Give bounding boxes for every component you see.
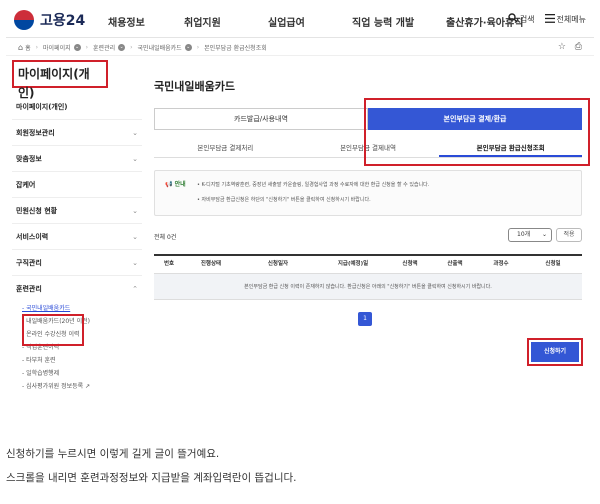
hamburger-menu-icon[interactable] (544, 13, 555, 25)
column-header: 과정수 (493, 261, 509, 267)
search-icon[interactable] (508, 13, 518, 25)
apply-button[interactable]: 적용 (556, 228, 582, 242)
chevron-right-icon: › (130, 44, 133, 51)
notice-box: 📢 안내 • K-디지털 기초역량훈련, 중장년 새출발 카운슬링, 일경험사업… (154, 170, 582, 216)
table-empty-row: 본인부담금 환급 신청 이력이 존재하지 않습니다. 환급신청은 아래의 "신청… (154, 274, 582, 300)
dropdown-icon[interactable]: ⌄ (184, 44, 192, 51)
chevron-down-icon: ⌄ (132, 155, 138, 163)
total-count: 전체 0건 (154, 234, 177, 241)
sidebar-sub-work-study[interactable]: - 일학습병행제 (12, 367, 142, 380)
main-content: 국민내일배움카드 카드발급/사용내역 본인부담금 결제/환급 본인부담금 결제처… (150, 60, 590, 366)
home-icon[interactable]: ⌂ (18, 43, 23, 52)
column-header: 신청일 (545, 261, 561, 267)
table-header: 번호 진행상태 신청일자 지급(예정)일 신청액 산출액 과정수 신청일 (154, 254, 582, 274)
sidebar-item-member-info[interactable]: 회원정보관리 ⌄ (12, 120, 142, 146)
all-menu-label[interactable]: 전체메뉴 (557, 14, 586, 25)
caption-line: 스크롤을 내리면 훈련과정정보와 지급받을 계좌입력란이 뜹겁니다. (6, 472, 297, 484)
column-header: 신청액 (402, 261, 418, 267)
column-header: 지급(예정)일 (337, 261, 369, 267)
header: 고용24 채용정보 취업지원 실업급여 직업 능력 개발 출산휴가·육아휴직 검… (6, 4, 594, 38)
taegeuk-logo-icon (14, 10, 34, 30)
megaphone-icon: 📢 (165, 181, 175, 188)
sidebar-item-mypage[interactable]: 마이페이지(개인) (12, 94, 142, 120)
screenshot-frame: 고용24 채용정보 취업지원 실업급여 직업 능력 개발 출산휴가·육아휴직 검… (6, 4, 594, 400)
notice-label-text: 안내 (174, 181, 186, 188)
sidebar-item-training[interactable]: 훈련관리 ⌃ (12, 276, 142, 302)
sidebar-item-label: 회원정보관리 (16, 129, 55, 137)
sidebar-item-job-seeking[interactable]: 구직관리 ⌄ (12, 250, 142, 276)
page-tools: ☆ ⎙ (558, 42, 582, 52)
nav-item-unemployment-benefit[interactable]: 실업급여 (268, 14, 352, 29)
subtab-payment-process[interactable]: 본인부담금 결제처리 (154, 140, 297, 157)
chevron-down-icon: ⌄ (132, 207, 138, 215)
sidebar-item-service-history[interactable]: 서비스이력 ⌄ (12, 224, 142, 250)
page-button[interactable]: 1 (358, 312, 372, 326)
page-size-value: 10개 (517, 231, 531, 238)
sidebar-item-label: 잡케어 (16, 181, 36, 189)
chevron-down-icon: ⌄ (132, 233, 138, 241)
sidebar-item-label: 마이페이지(개인) (16, 103, 68, 111)
breadcrumb-card[interactable]: 국민내일배움카드 (138, 43, 182, 52)
chevron-right-icon: › (35, 44, 39, 51)
chevron-down-icon: ⌄ (132, 129, 138, 137)
column-header: 번호 (163, 261, 175, 267)
sidebar-item-label: 구직관리 (16, 259, 42, 267)
header-tools: 검색 전체메뉴 (508, 13, 586, 25)
chevron-right-icon: › (196, 44, 200, 51)
notice-line: • K-디지털 기초역량훈련, 중장년 새출발 카운슬링, 일경험사업 과정 수… (197, 182, 430, 188)
chevron-up-icon: ⌃ (132, 285, 138, 293)
breadcrumb-training[interactable]: 훈련관리 (93, 43, 115, 52)
notice-line: • 자비부담금 환급신청은 하단의 "신청하기" 버튼을 클릭하여 신청하시기 … (197, 197, 371, 203)
logo-text: 고용24 (40, 13, 86, 29)
nav-item-vocational-training[interactable]: 직업 능력 개발 (352, 14, 446, 29)
sidebar-item-label: 서비스이력 (16, 233, 49, 241)
breadcrumb-home[interactable]: 홈 (25, 43, 31, 52)
highlight-box (364, 98, 590, 166)
search-label[interactable]: 검색 (520, 14, 535, 25)
caption-line: 신청하기를 누르시면 이렇게 길게 글이 뜰거예요. (6, 448, 220, 460)
chevron-right-icon: › (85, 44, 89, 51)
main-nav: 채용정보 취업지원 실업급여 직업 능력 개발 출산휴가·육아휴직 (108, 14, 523, 29)
dropdown-icon[interactable]: ⌄ (73, 44, 81, 51)
sidebar-item-label: 민원신청 현황 (16, 207, 58, 215)
column-header: 진행상태 (200, 261, 222, 267)
chevron-down-icon: ⌄ (132, 259, 138, 267)
sidebar: 마이페이지(개인) 마이페이지(개인) 회원정보관리 ⌄ 맞춤정보 ⌄ 잡케어 민원… (12, 60, 142, 393)
highlight-box (22, 314, 84, 346)
apply-highlight-box: 신청하기 (527, 338, 583, 366)
breadcrumb: ⌂ 홈 › 마이페이지 ⌄ › 훈련관리 ⌄ › 국민내일배움카드 ⌄ › 본인부담금… (6, 40, 594, 56)
star-icon[interactable]: ☆ (558, 42, 566, 52)
sidebar-sub-evaluator[interactable]: - 심사평가위원 정보등록 ↗ (12, 380, 142, 393)
sidebar-sub-other-ministry[interactable]: - 타부처 훈련 (12, 354, 142, 367)
breadcrumb-mypage[interactable]: 마이페이지 (43, 43, 71, 52)
page-title: 국민내일배움카드 (154, 80, 235, 93)
sidebar-item-label: 훈련관리 (16, 285, 42, 293)
sidebar-item-jobcare[interactable]: 잡케어 (12, 172, 142, 198)
column-header: 신청일자 (267, 261, 289, 267)
sidebar-item-civil-status[interactable]: 민원신청 현황 ⌄ (12, 198, 142, 224)
nav-item-employment-support[interactable]: 취업지원 (184, 14, 268, 29)
submit-application-button[interactable]: 신청하기 (531, 342, 579, 362)
column-header: 산출액 (447, 261, 463, 267)
sidebar-title: 마이페이지(개인) (12, 60, 108, 100)
logo[interactable]: 고용24 (14, 10, 85, 30)
notice-label: 📢 안내 (165, 179, 186, 188)
sidebar-item-label: 맞춤정보 (16, 155, 42, 163)
chevron-down-icon: ⌄ (541, 231, 547, 238)
nav-item-jobs[interactable]: 채용정보 (108, 14, 184, 29)
sidebar-item-custom-info[interactable]: 맞춤정보 ⌄ (12, 146, 142, 172)
breadcrumb-current: 본인부담금 환급신청조회 (204, 45, 267, 52)
tab-card-usage[interactable]: 카드발급/사용내역 (154, 108, 368, 130)
page-size-select[interactable]: 10개 ⌄ (508, 228, 552, 242)
dropdown-icon[interactable]: ⌄ (118, 44, 126, 51)
print-icon[interactable]: ⎙ (575, 42, 582, 52)
